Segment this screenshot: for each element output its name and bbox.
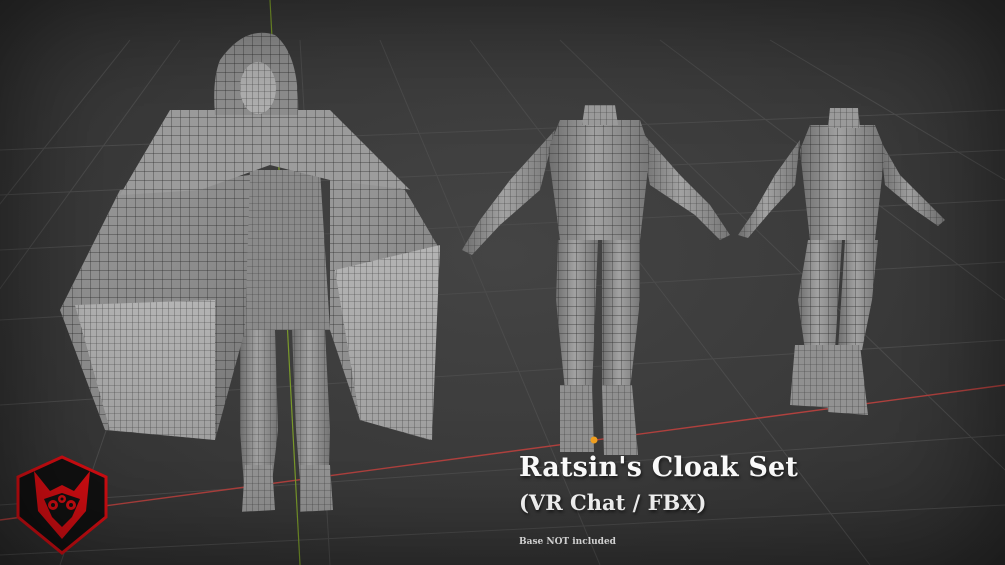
- fox-mask-logo-icon: [16, 455, 108, 555]
- 3d-viewport: Ratsin's Cloak Set (VR Chat / FBX) Base …: [0, 0, 1005, 565]
- scene-canvas: [0, 0, 1005, 565]
- product-subtitle: (VR Chat / FBX): [519, 490, 707, 515]
- cloak-figure: [60, 32, 440, 512]
- disclaimer-note: Base NOT included: [519, 537, 616, 547]
- product-title: Ratsin's Cloak Set: [519, 452, 799, 483]
- origin-point-icon: [590, 436, 598, 444]
